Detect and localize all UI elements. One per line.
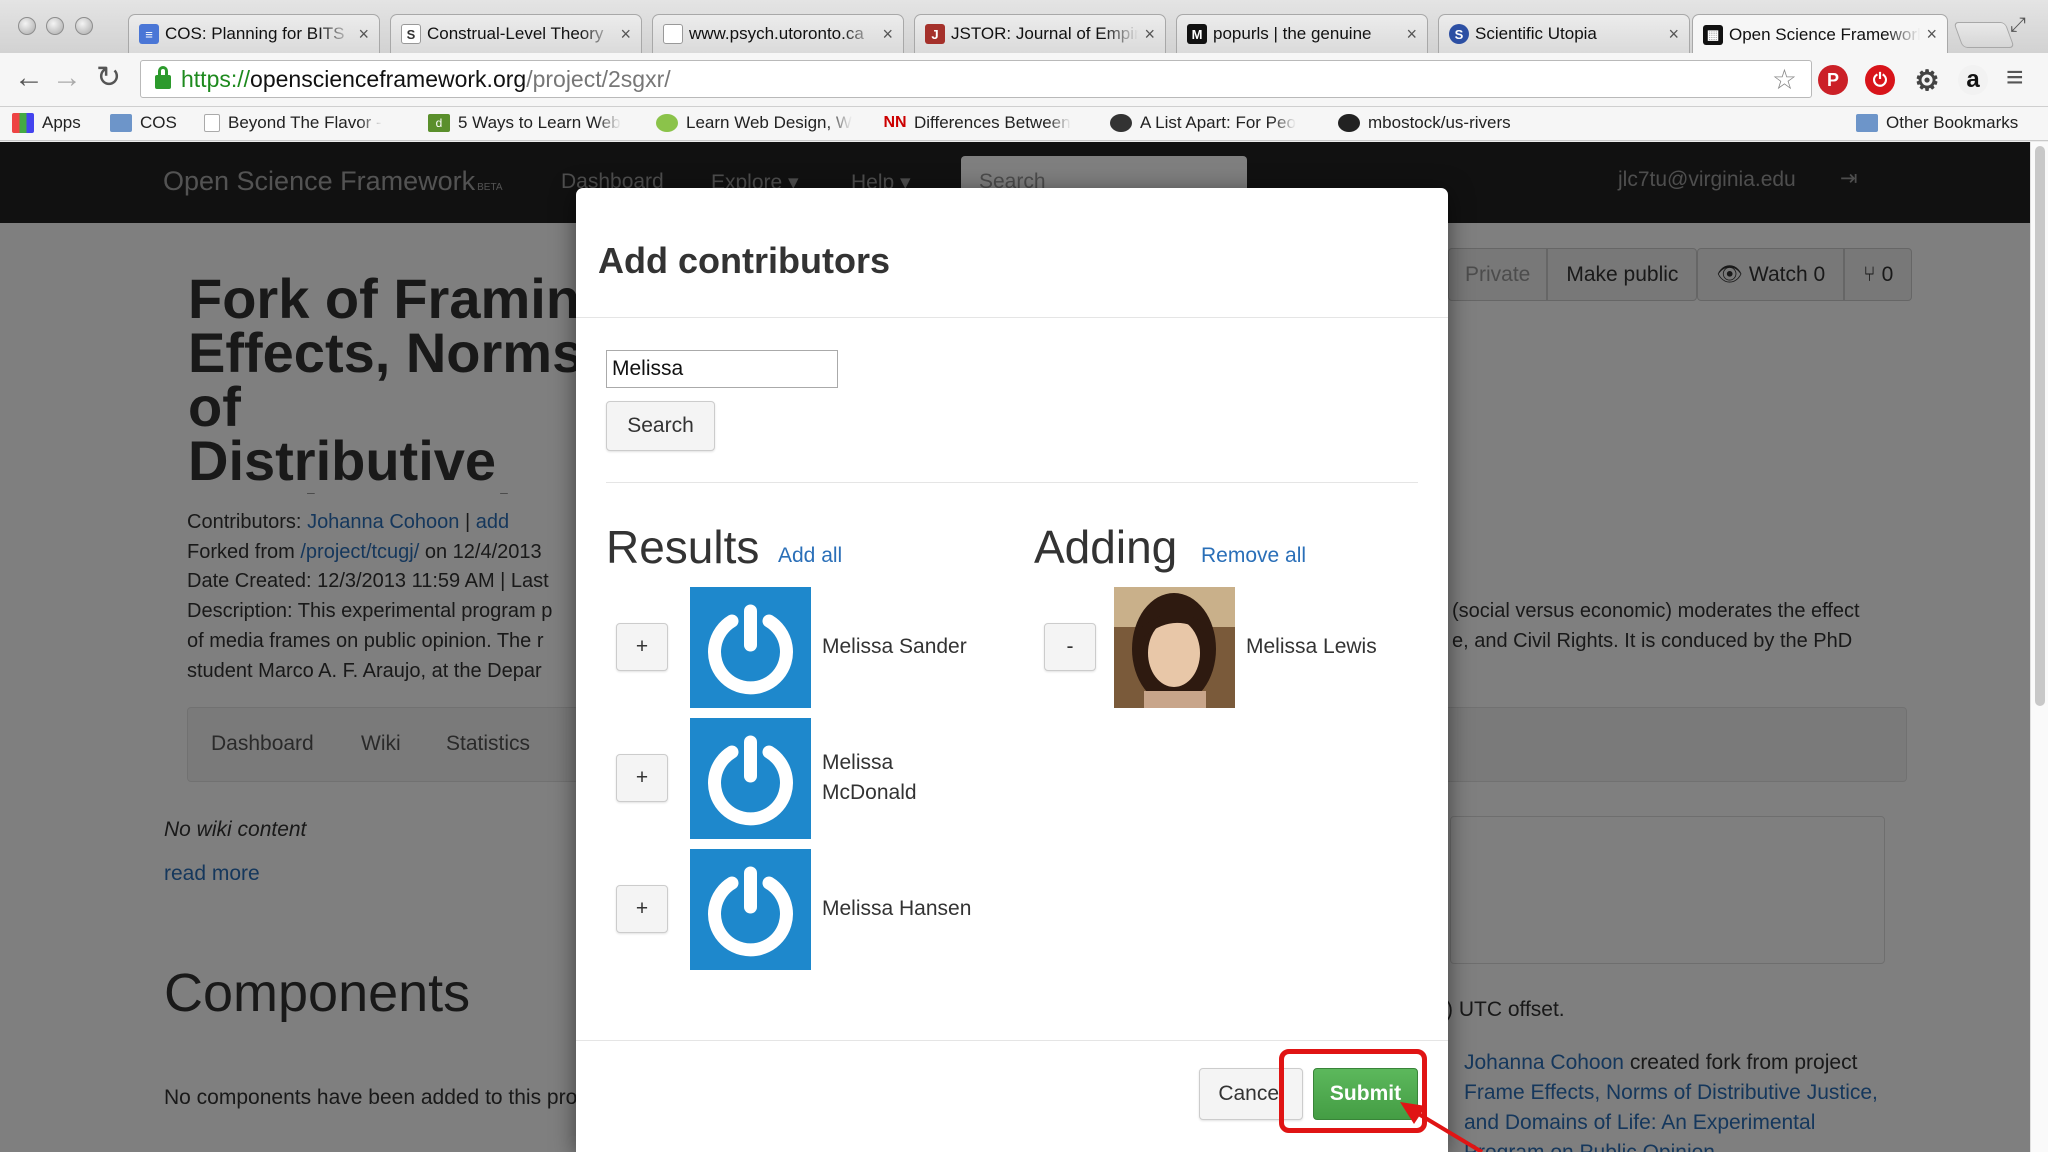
- bookmark-us-rivers[interactable]: mbostock/us-rivers: [1338, 113, 1511, 133]
- scientific-utopia-favicon-icon: S: [1449, 24, 1469, 44]
- power-icon: [708, 735, 793, 826]
- adblock-icon[interactable]: ⏻: [1865, 65, 1895, 95]
- browser-tab[interactable]: M popurls | the genuine ×: [1176, 14, 1428, 53]
- avatar: [690, 718, 811, 839]
- result-name: Melissa McDonald: [822, 751, 917, 804]
- minimize-window-button[interactable]: [46, 17, 64, 35]
- bookmark-a-list-apart[interactable]: A List Apart: For Peo: [1110, 113, 1315, 133]
- bookmarks-bar: Apps COS Beyond The Flavor - d 5 Ways to…: [0, 107, 2048, 141]
- lock-icon: [155, 66, 171, 89]
- osf-favicon-icon: ▦: [1703, 24, 1723, 45]
- reload-icon[interactable]: ↻: [96, 63, 121, 93]
- tab-strip: ≡ COS: Planning for BITS × S Construal-L…: [0, 0, 2048, 54]
- modal-footer-divider: [576, 1040, 1448, 1041]
- add-contributor-button[interactable]: +: [616, 754, 668, 802]
- nn-icon: NN: [884, 114, 907, 131]
- page-favicon-icon: [663, 24, 683, 44]
- bookmark-other[interactable]: Other Bookmarks: [1856, 113, 2018, 133]
- github-icon: [1338, 114, 1360, 132]
- adding-heading: Adding: [1034, 521, 1178, 573]
- result-name: Melissa Sander: [822, 635, 967, 658]
- avatar-photo: [1114, 587, 1235, 708]
- address-bar[interactable]: https://openscienceframework.org/project…: [140, 60, 1812, 98]
- close-tab-icon[interactable]: ×: [1406, 24, 1417, 45]
- bookmark-5-ways[interactable]: d 5 Ways to Learn Web: [428, 113, 633, 133]
- power-icon: [708, 604, 793, 695]
- bookmark-star-icon[interactable]: ☆: [1772, 63, 1797, 96]
- bookmark-differences-between[interactable]: NN Differences Between: [884, 113, 1084, 133]
- add-contributor-button[interactable]: +: [616, 885, 668, 933]
- back-icon[interactable]: ←: [14, 63, 44, 93]
- close-tab-icon[interactable]: ×: [620, 24, 631, 45]
- close-window-button[interactable]: [18, 17, 36, 35]
- add-contributor-button[interactable]: +: [616, 623, 668, 671]
- browser-tab[interactable]: S Construal-Level Theory ×: [390, 14, 642, 53]
- browser-tab-active[interactable]: ▦ Open Science Framework ×: [1692, 14, 1948, 54]
- page-icon: [204, 114, 220, 132]
- zoom-window-button[interactable]: [75, 17, 93, 35]
- remove-contributor-button[interactable]: -: [1044, 623, 1096, 671]
- close-tab-icon[interactable]: ×: [1144, 24, 1155, 45]
- submit-highlight-box: [1279, 1049, 1427, 1133]
- bookmark-cos[interactable]: COS: [110, 113, 177, 133]
- bookmark-beyond-the-flavor[interactable]: Beyond The Flavor -: [204, 113, 404, 133]
- browser-tab[interactable]: ≡ COS: Planning for BITS ×: [128, 14, 380, 53]
- jstor-favicon-icon: J: [925, 24, 945, 44]
- browser-tab[interactable]: J JSTOR: Journal of Empirical ×: [914, 14, 1166, 53]
- scrollbar-thumb[interactable]: [2035, 146, 2045, 706]
- bookmark-learn-web-design[interactable]: Learn Web Design, W: [656, 113, 862, 133]
- pinterest-icon[interactable]: P: [1818, 65, 1848, 95]
- browser-tab[interactable]: www.psych.utoronto.ca ×: [652, 14, 904, 53]
- apps-grid-icon: [12, 113, 34, 133]
- add-contributors-modal: Add contributors Search Results Add all …: [576, 188, 1448, 1152]
- popurls-favicon-icon: M: [1187, 24, 1207, 44]
- folder-icon: [1856, 114, 1878, 132]
- divider: [606, 482, 1418, 483]
- browser-toolbar: ← → ↻ https://openscienceframework.org/p…: [0, 53, 2048, 107]
- scholar-favicon-icon: S: [401, 24, 421, 44]
- power-icon: [708, 866, 793, 957]
- adding-name: Melissa Lewis: [1246, 635, 1377, 658]
- results-heading: Results: [606, 521, 760, 573]
- avatar: [690, 587, 811, 708]
- fullscreen-icon[interactable]: ⤢: [2010, 14, 2026, 37]
- contributor-search-input[interactable]: [606, 350, 838, 388]
- amazon-icon[interactable]: a: [1958, 65, 1988, 95]
- bookmark-apps[interactable]: Apps: [12, 113, 81, 133]
- settings-icon[interactable]: ⚙: [1912, 65, 1942, 96]
- modal-title: Add contributors: [598, 240, 890, 281]
- search-button[interactable]: Search: [606, 401, 715, 451]
- close-tab-icon[interactable]: ×: [1668, 24, 1679, 45]
- person-photo-icon: [1114, 587, 1235, 708]
- page-scrollbar[interactable]: [2030, 142, 2048, 1152]
- new-tab-button[interactable]: [1953, 22, 2015, 48]
- remove-all-link[interactable]: Remove all: [1201, 544, 1306, 568]
- ala-icon: [1110, 114, 1132, 132]
- folder-icon: [110, 114, 132, 132]
- docs-favicon-icon: ≡: [139, 24, 159, 44]
- result-name: Melissa Hansen: [822, 897, 972, 920]
- forward-icon[interactable]: →: [52, 63, 82, 93]
- avatar: [690, 849, 811, 970]
- close-tab-icon[interactable]: ×: [882, 24, 893, 45]
- browser-tab[interactable]: S Scientific Utopia ×: [1438, 14, 1690, 53]
- frog-icon: [656, 114, 678, 132]
- add-all-link[interactable]: Add all: [778, 544, 842, 568]
- close-tab-icon[interactable]: ×: [358, 24, 369, 45]
- browser-menu-icon[interactable]: ≡: [2006, 63, 2024, 93]
- close-tab-icon[interactable]: ×: [1926, 24, 1937, 45]
- d-icon: d: [428, 114, 450, 132]
